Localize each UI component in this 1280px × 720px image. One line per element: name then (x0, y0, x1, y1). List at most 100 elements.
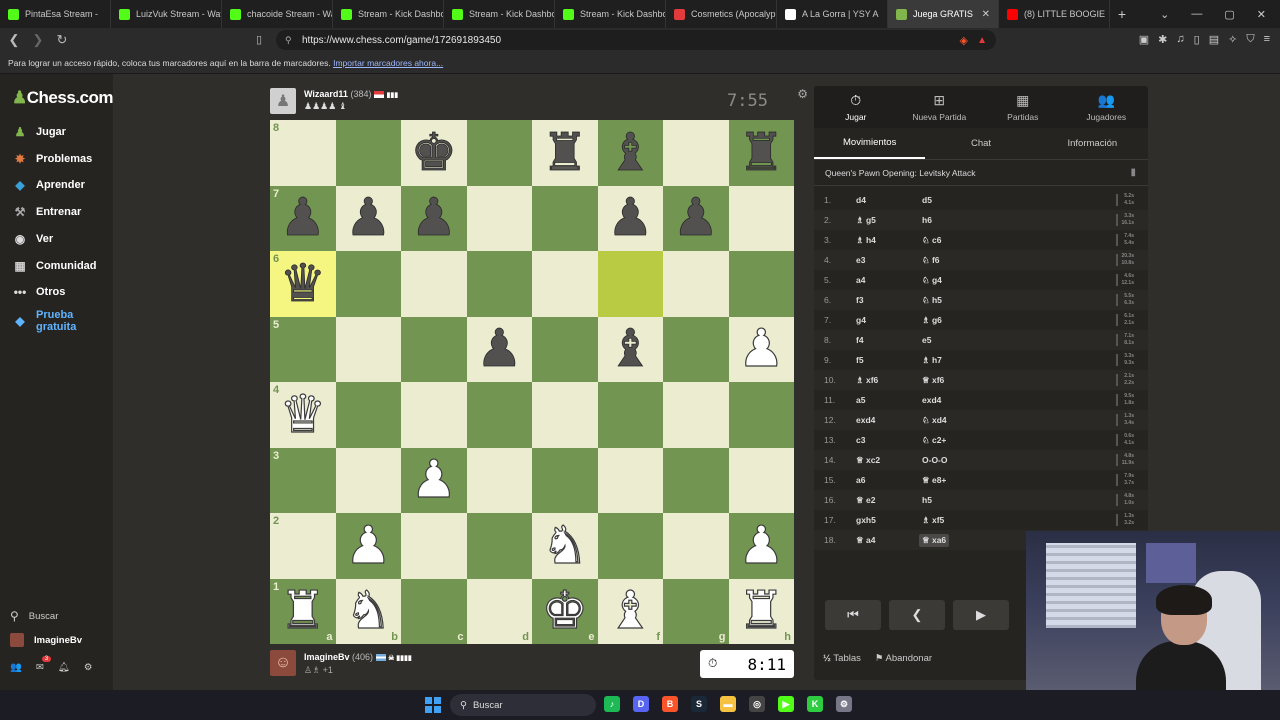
white-move[interactable]: a6 (856, 475, 865, 485)
tab-partidas[interactable]: ▦ Partidas (981, 86, 1065, 128)
sidebar-item-ver[interactable]: ◉ Ver (12, 231, 53, 247)
black-move[interactable]: ♘ c2+ (922, 435, 946, 446)
board-square-a8[interactable]: 8 (270, 120, 336, 186)
white-move[interactable]: f5 (856, 355, 864, 365)
board-square-h2[interactable]: ♟ (728, 513, 794, 579)
chess-logo[interactable]: ♟Chess.com (12, 88, 113, 108)
board-square-f6[interactable] (597, 251, 663, 317)
board-square-h6[interactable] (728, 251, 794, 317)
board-square-f5[interactable]: ♝ (597, 316, 663, 382)
tab-jugadores[interactable]: 👥 Jugadores (1065, 86, 1149, 128)
black-pawn-icon[interactable]: ♟ (476, 323, 523, 376)
board-square-g4[interactable] (663, 382, 729, 448)
board-square-g2[interactable] (663, 513, 729, 579)
board-square-a4[interactable]: 4 ♛ (270, 382, 336, 448)
settings-gear-icon[interactable]: ⚙ (84, 662, 93, 673)
bookmark-icon[interactable]: ▯ (256, 33, 262, 46)
black-pawn-icon[interactable]: ♟ (410, 192, 457, 245)
wallet-icon[interactable]: ▤ (1209, 33, 1219, 46)
import-bookmarks-link[interactable]: Importar marcadores ahora... (333, 58, 443, 68)
browser-tab[interactable]: chacoide Stream - Wa (222, 0, 333, 28)
close-window-icon[interactable]: ✕ (1257, 8, 1266, 21)
white-move[interactable]: f4 (856, 335, 864, 345)
white-queen-icon[interactable]: ♛ (279, 388, 327, 441)
board-square-g7[interactable]: ♟ (663, 185, 729, 251)
sidebar-item-jugar[interactable]: ♟ Jugar (12, 124, 66, 140)
browser-tab[interactable]: PintaEsa Stream - (0, 0, 111, 28)
black-king-icon[interactable]: ♚ (410, 126, 457, 179)
board-settings-icon[interactable]: ⚙ (797, 87, 808, 101)
maximize-icon[interactable]: ▢ (1224, 8, 1234, 21)
sidebar-item-entrenar[interactable]: ⚒ Entrenar (12, 204, 82, 220)
black-move[interactable]: h6 (922, 215, 932, 225)
board-square-e4[interactable] (532, 382, 598, 448)
white-move[interactable]: gxh5 (856, 515, 876, 525)
windows-start-icon[interactable] (425, 697, 441, 713)
board-square-a3[interactable]: 3 (270, 447, 336, 513)
new-tab-icon[interactable]: + (1110, 6, 1134, 22)
board-square-c4[interactable] (401, 382, 467, 448)
bell-icon[interactable]: 🔔︎ (58, 662, 70, 673)
previous-move-button[interactable]: ❮ (889, 600, 945, 630)
white-king-icon[interactable]: ♚ (541, 585, 589, 638)
board-square-b5[interactable] (335, 316, 401, 382)
black-move[interactable]: d5 (922, 195, 932, 205)
black-move[interactable]: h5 (922, 495, 932, 505)
discord-icon[interactable]: D (633, 696, 649, 712)
sidebar-search[interactable]: ⚲ Buscar (10, 609, 58, 623)
tab-nueva-partida[interactable]: ⊞ Nueva Partida (898, 86, 982, 128)
board-square-b2[interactable]: ♟ (335, 513, 401, 579)
white-move[interactable]: exd4 (856, 415, 875, 425)
board-square-e5[interactable] (532, 316, 598, 382)
sidebar-item-otros[interactable]: ••• Otros (12, 284, 66, 300)
player-name[interactable]: ImagineBv (406) ☠ ▮▮▮▮ (304, 652, 412, 662)
board-square-g8[interactable] (663, 120, 729, 186)
subtab-chat[interactable]: Chat (925, 128, 1036, 159)
board-square-g1[interactable]: g (663, 578, 729, 644)
white-move[interactable]: ♕ xc2 (856, 455, 880, 466)
black-move[interactable]: ♕ e8+ (922, 475, 946, 486)
chess-board[interactable]: 8 ♚ ♜ ♝ ♜ 7 ♟ ♟ ♟ ♟ ♟ 6 ♛ 5 ♟ ♝ ♟ 4 ♛ 3 ♟ 2 ♟ ♞ ♟ 1 a ♜ b ♞ c d e ♚ f ♝ g h ♜ (270, 120, 794, 644)
extension-icon[interactable]: ▣ (1139, 33, 1149, 46)
sidebar-item-aprender[interactable]: ◆ Aprender (12, 177, 85, 193)
board-square-h3[interactable] (728, 447, 794, 513)
board-square-c5[interactable] (401, 316, 467, 382)
subtab-información[interactable]: Información (1037, 128, 1148, 159)
draw-button[interactable]: ½ Tablas (823, 653, 861, 664)
subtab-movimientos[interactable]: Movimientos (814, 128, 926, 159)
board-square-h4[interactable] (728, 382, 794, 448)
board-square-g3[interactable] (663, 447, 729, 513)
board-square-e2[interactable]: ♞ (532, 513, 598, 579)
minimize-icon[interactable]: — (1191, 8, 1202, 21)
board-square-a5[interactable]: 5 (270, 316, 336, 382)
vpn-icon[interactable]: ⛉ (1246, 33, 1254, 46)
brave-shield-icon[interactable]: ◈ (960, 34, 968, 47)
kick-icon[interactable]: ▶ (778, 696, 794, 712)
white-move[interactable]: ♗ g5 (856, 215, 876, 226)
white-move[interactable]: e3 (856, 255, 865, 265)
black-pawn-icon[interactable]: ♟ (345, 192, 392, 245)
board-square-a2[interactable]: 2 (270, 513, 336, 579)
white-pawn-icon[interactable]: ♟ (737, 519, 785, 572)
white-pawn-icon[interactable]: ♟ (410, 454, 458, 507)
url-field[interactable]: ⚲ https://www.chess.com/game/17269189345… (276, 30, 996, 50)
steam-icon[interactable]: S (691, 696, 707, 712)
reload-icon[interactable]: ↻ (52, 32, 72, 48)
white-move[interactable]: d4 (856, 195, 866, 205)
board-square-c3[interactable]: ♟ (401, 447, 467, 513)
board-square-d1[interactable]: d (466, 578, 532, 644)
close-tab-icon[interactable]: ✕ (982, 9, 990, 20)
white-knight-icon[interactable]: ♞ (344, 585, 392, 638)
board-square-c6[interactable] (401, 251, 467, 317)
board-square-e8[interactable]: ♜ (532, 120, 598, 186)
board-square-c1[interactable]: c (401, 578, 467, 644)
white-move[interactable]: c3 (856, 435, 865, 445)
black-move[interactable]: ♕ xa6 (919, 533, 950, 547)
board-square-d2[interactable] (466, 513, 532, 579)
black-move[interactable]: exd4 (922, 395, 941, 405)
board-square-d5[interactable]: ♟ (466, 316, 532, 382)
browser-tab[interactable]: (8) LITTLE BOOGIE (999, 0, 1110, 28)
brave-icon[interactable]: B (662, 696, 678, 712)
board-square-f8[interactable]: ♝ (597, 120, 663, 186)
black-queen-icon[interactable]: ♛ (279, 257, 326, 310)
